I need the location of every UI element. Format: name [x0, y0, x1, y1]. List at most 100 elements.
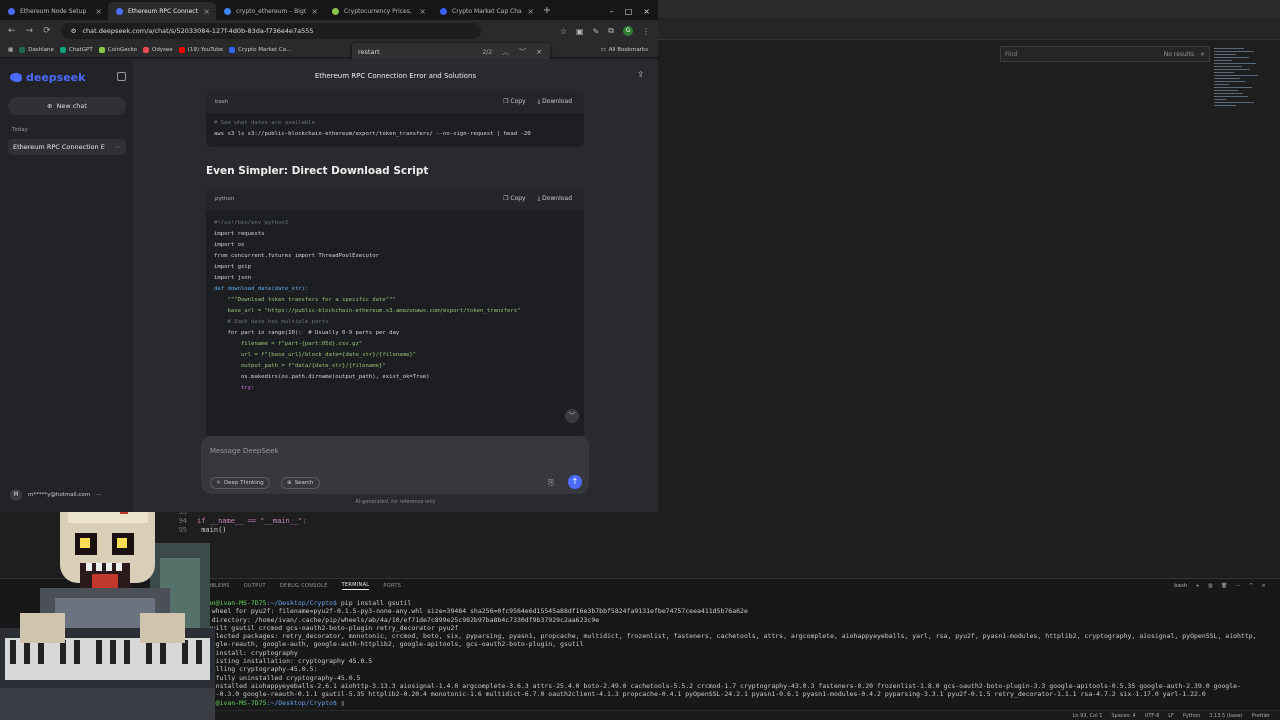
bookmark-item[interactable]: ChatGPT: [59, 46, 93, 53]
status-position[interactable]: Ln 93, Col 1: [1073, 713, 1103, 719]
editor-find-close-icon[interactable]: ×: [1200, 51, 1205, 58]
terminal-line: ivan@ivan-MS-7D75:~/Desktop/Crypto$ ▯: [200, 698, 345, 707]
all-bookmarks-button[interactable]: ▭ All Bookmarks: [601, 47, 659, 53]
browser-tab[interactable]: crypto_ethereum – BigQ ×: [216, 2, 324, 20]
new-chat-icon: ⊕: [47, 102, 53, 110]
close-panel-icon[interactable]: ×: [1262, 583, 1267, 589]
menu-icon[interactable]: ⋮: [642, 27, 650, 36]
status-encoding[interactable]: UTF-8: [1145, 713, 1160, 719]
editor-minimap[interactable]: [1214, 46, 1274, 146]
new-tab-button[interactable]: +: [540, 2, 554, 20]
bookmarks-bar: ▦ Dashlane ChatGPT CoinGecko Odysee (19)…: [0, 42, 658, 58]
reload-icon[interactable]: ⟳: [43, 26, 51, 36]
copy-button[interactable]: ❐ Copy: [503, 98, 526, 106]
browser-tab-active[interactable]: Ethereum RPC Connection×: [108, 2, 216, 20]
attach-icon[interactable]: ⎘: [548, 478, 554, 488]
maximize-panel-icon[interactable]: ^: [1249, 583, 1254, 589]
kill-terminal-icon[interactable]: 🗑: [1221, 583, 1228, 589]
new-terminal-icon[interactable]: +: [1196, 583, 1201, 589]
find-close-icon[interactable]: ×: [536, 48, 542, 56]
code-content[interactable]: #!/usr/bin/env python3 import requests imp…: [206, 210, 584, 402]
split-terminal-icon[interactable]: ▥: [1208, 583, 1213, 589]
status-eol[interactable]: LF: [1168, 713, 1174, 719]
status-language[interactable]: Python: [1183, 713, 1200, 719]
status-formatter[interactable]: Prettier: [1252, 713, 1270, 719]
tab-output[interactable]: OUTPUT: [244, 583, 266, 589]
download-button[interactable]: ⤓ Download: [538, 195, 572, 203]
bookmark-item[interactable]: (19) YouTube: [178, 46, 223, 53]
tab-favicon-icon: [440, 7, 447, 15]
share-icon[interactable]: ⇪: [637, 70, 644, 79]
tab-favicon-icon: [332, 7, 339, 15]
deep-thinking-toggle[interactable]: ⚛ Deep Thinking: [210, 477, 270, 489]
globe-icon: ⊕: [287, 480, 292, 486]
minimize-icon[interactable]: –: [610, 7, 614, 16]
download-button[interactable]: ⤓ Download: [538, 98, 572, 106]
bookmark-item[interactable]: CoinGecko: [98, 46, 137, 53]
scroll-to-bottom-button[interactable]: ﹀: [565, 409, 579, 423]
url-field[interactable]: ⚙ chat.deepseek.com/a/chat/s/52033084-127…: [60, 23, 481, 39]
pen-icon[interactable]: ✎: [593, 27, 600, 36]
editor-code[interactable]: 93 94 if __name__ == "__main__": 95 main(…: [165, 508, 665, 558]
editor-find-widget[interactable]: Find No results ×: [1000, 46, 1210, 62]
bookmark-item[interactable]: Odysee: [142, 46, 173, 53]
copy-button[interactable]: ❐ Copy: [503, 195, 526, 203]
bookmark-favicon-icon: [229, 46, 236, 53]
close-window-icon[interactable]: ×: [643, 7, 650, 16]
user-menu-icon[interactable]: ⋯: [96, 492, 102, 498]
bookmark-favicon-icon: [19, 46, 26, 53]
chat-sidebar: deepseek ⊕ New chat Today Ethereum RPC Co…: [0, 59, 133, 512]
maximize-icon[interactable]: □: [625, 7, 633, 16]
message-composer[interactable]: Message DeepSeek ⚛ Deep Thinking ⊕ Search …: [201, 436, 589, 494]
close-tab-icon[interactable]: ×: [311, 7, 318, 16]
message-input[interactable]: Message DeepSeek: [210, 447, 278, 455]
tab-debug-console[interactable]: DEBUG CONSOLE: [280, 583, 328, 589]
chat-history-item[interactable]: Ethereum RPC Connection E ⋯: [8, 139, 126, 155]
close-tab-icon[interactable]: ×: [419, 7, 426, 16]
user-profile[interactable]: Mm*****y@hotmail.com ⋯: [10, 489, 102, 501]
extensions-puzzle-icon[interactable]: ⧉: [608, 26, 614, 36]
editor-find-input[interactable]: Find: [1005, 51, 1158, 58]
bookmark-item[interactable]: Dashlane: [19, 46, 54, 53]
close-tab-icon[interactable]: ×: [95, 7, 102, 16]
browser-tab[interactable]: Cryptocurrency Prices, C ×: [324, 2, 432, 20]
tab-ports[interactable]: PORTS: [383, 583, 401, 589]
profile-avatar[interactable]: G: [623, 26, 633, 36]
bookmark-item[interactable]: Crypto Market Ca...: [229, 46, 291, 53]
streamer-avatar-image: [0, 493, 215, 720]
window-controls: – □ ×: [610, 2, 658, 20]
terminal-shell-label[interactable]: bash: [1174, 583, 1187, 589]
tab-terminal[interactable]: TERMINAL: [341, 582, 370, 590]
editor-find-result: No results: [1163, 50, 1194, 58]
browser-tab[interactable]: Crypto Market Cap Chart ×: [432, 2, 540, 20]
status-interpreter[interactable]: 3.13.5 (base): [1209, 713, 1242, 719]
code-content[interactable]: # See what dates are available aws s3 ls …: [206, 113, 584, 147]
page-title: Ethereum RPC Connection Error and Soluti…: [314, 72, 477, 80]
close-tab-icon[interactable]: ×: [527, 7, 534, 16]
new-chat-button[interactable]: ⊕ New chat: [8, 97, 126, 115]
collapse-sidebar-icon[interactable]: [117, 72, 126, 81]
back-icon[interactable]: ←: [8, 26, 16, 36]
terminal-line: y built gsutil crcmod gcs-oauth2-boto-pl…: [200, 623, 459, 632]
more-icon[interactable]: ⋯: [1236, 583, 1241, 589]
atom-icon: ⚛: [216, 480, 221, 486]
find-prev-icon[interactable]: ︿: [502, 47, 509, 57]
site-info-icon[interactable]: ⚙: [71, 27, 77, 35]
extension-icon[interactable]: ▣: [576, 27, 584, 36]
terminal-actions: bash + ▥ 🗑 ⋯ ^ ×: [1174, 583, 1266, 589]
find-next-icon[interactable]: ﹀: [519, 47, 526, 57]
bookmark-star-icon[interactable]: ☆: [560, 27, 567, 36]
terminal-line: ing install: cryptography: [200, 648, 298, 657]
deepseek-logo[interactable]: deepseek: [10, 71, 85, 84]
browser-tab[interactable]: Ethereum Node Setup ×: [0, 2, 108, 20]
history-group-label: Today: [12, 127, 28, 133]
close-tab-icon[interactable]: ×: [203, 7, 210, 16]
forward-icon[interactable]: →: [26, 26, 34, 36]
find-input[interactable]: restart: [358, 48, 380, 56]
search-toggle[interactable]: ⊕ Search: [281, 477, 320, 489]
section-heading: Even Simpler: Direct Download Script: [206, 165, 429, 177]
apps-icon[interactable]: ▦: [8, 47, 13, 53]
chat-options-icon[interactable]: ⋯: [115, 143, 127, 151]
status-spaces[interactable]: Spaces: 4: [1111, 713, 1135, 719]
send-button[interactable]: ↑: [568, 475, 582, 489]
